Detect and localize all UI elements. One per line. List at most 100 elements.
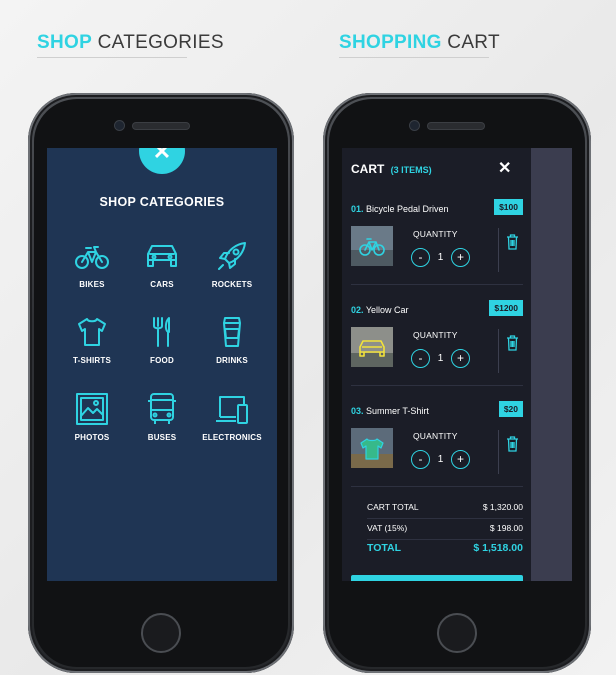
cart-item-thumbnail bbox=[351, 327, 393, 367]
category-rockets[interactable]: ROCKETS bbox=[194, 238, 270, 289]
category-label: BIKES bbox=[79, 280, 105, 289]
cart-total-label: CART TOTAL bbox=[367, 502, 419, 512]
category-label: CARS bbox=[150, 280, 174, 289]
cart-item-price: $100 bbox=[494, 199, 523, 215]
cart-item-thumbnail bbox=[351, 428, 393, 468]
close-icon: ✕ bbox=[498, 160, 512, 177]
trash-icon bbox=[507, 436, 518, 452]
quantity-label: QUANTITY bbox=[413, 330, 458, 340]
front-camera bbox=[410, 121, 419, 130]
category-cars[interactable]: CARS bbox=[124, 238, 200, 289]
vat-value: $ 198.00 bbox=[489, 523, 523, 533]
cart-item-name: 01. Bicycle Pedal Driven bbox=[351, 204, 449, 214]
heading-rest: CATEGORIES bbox=[97, 32, 224, 53]
category-label: FOOD bbox=[150, 356, 174, 365]
category-label: BUSES bbox=[147, 433, 177, 442]
cart-header: CART (3 ITEMS) bbox=[351, 162, 432, 176]
divider bbox=[498, 329, 499, 373]
decrease-quantity-button[interactable]: - bbox=[411, 248, 430, 267]
remove-item-button[interactable] bbox=[506, 234, 519, 255]
decrease-quantity-button[interactable]: - bbox=[411, 349, 430, 368]
close-menu-button[interactable]: ✕ bbox=[139, 148, 185, 174]
front-camera bbox=[115, 121, 124, 130]
total-value: $ 1,518.00 bbox=[473, 542, 523, 554]
increase-quantity-button[interactable]: + bbox=[451, 248, 470, 267]
category-label: DRINKS bbox=[216, 356, 248, 365]
remove-item-button[interactable] bbox=[506, 436, 519, 457]
trash-icon bbox=[507, 234, 518, 250]
quantity-value: 1 bbox=[437, 252, 444, 263]
total-label: TOTAL bbox=[367, 542, 402, 554]
cart-item-name: 02. Yellow Car bbox=[351, 305, 409, 315]
heading-rest: CART bbox=[447, 32, 500, 53]
car-icon bbox=[147, 245, 177, 267]
tshirt-icon bbox=[78, 318, 106, 346]
cart-screen: CART (3 ITEMS) ✕ 01. Bicycle Pedal Drive… bbox=[342, 148, 572, 581]
devices-icon bbox=[216, 396, 248, 424]
categories-screen: ✕ SHOP CATEGORIES BIKES CARS ROCKETS T-S… bbox=[47, 148, 277, 581]
heading-accent: SHOPPING bbox=[339, 32, 442, 53]
divider bbox=[498, 228, 499, 272]
shop-categories-heading: SHOP CATEGORIES bbox=[37, 32, 224, 54]
category-buses[interactable]: BUSES bbox=[124, 391, 200, 442]
photo-icon bbox=[76, 393, 108, 425]
category-drinks[interactable]: DRINKS bbox=[194, 314, 270, 365]
cart-item-name: 03. Summer T-Shirt bbox=[351, 406, 429, 416]
increase-quantity-button[interactable]: + bbox=[451, 450, 470, 469]
category-photos[interactable]: PHOTOS bbox=[54, 391, 130, 442]
category-label: ELECTRONICS bbox=[202, 433, 262, 442]
close-cart-button[interactable]: ✕ bbox=[498, 158, 511, 178]
cart-item-thumbnail bbox=[351, 226, 393, 266]
cart-item-number: 01. bbox=[351, 204, 364, 214]
home-button[interactable] bbox=[141, 613, 181, 653]
quantity-label: QUANTITY bbox=[413, 431, 458, 441]
cart-item-title: Bicycle Pedal Driven bbox=[366, 204, 449, 214]
heading-underline bbox=[37, 57, 187, 58]
cart-item-title: Summer T-Shirt bbox=[366, 406, 429, 416]
increase-quantity-button[interactable]: + bbox=[451, 349, 470, 368]
phone-left: ✕ SHOP CATEGORIES BIKES CARS ROCKETS T-S… bbox=[28, 93, 294, 673]
item-separator bbox=[351, 385, 523, 386]
grand-total-row: TOTAL $ 1,518.00 bbox=[367, 540, 523, 561]
cutlery-icon bbox=[153, 317, 170, 347]
earpiece-speaker bbox=[428, 123, 484, 129]
decrease-quantity-button[interactable]: - bbox=[411, 450, 430, 469]
quantity-stepper: - 1 + bbox=[411, 349, 470, 368]
quantity-stepper: - 1 + bbox=[411, 248, 470, 267]
quantity-label: QUANTITY bbox=[413, 229, 458, 239]
item-separator bbox=[351, 284, 523, 285]
category-label: PHOTOS bbox=[74, 433, 110, 442]
category-food[interactable]: FOOD bbox=[124, 314, 200, 365]
quantity-stepper: - 1 + bbox=[411, 450, 470, 469]
bike-icon bbox=[75, 246, 109, 269]
heading-underline bbox=[339, 57, 489, 58]
item-separator bbox=[351, 486, 523, 487]
cart-totals: CART TOTAL $ 1,320.00 VAT (15%) $ 198.00… bbox=[342, 498, 531, 561]
close-icon: ✕ bbox=[152, 148, 172, 164]
cart-item-count: (3 ITEMS) bbox=[390, 165, 432, 175]
cart-title: CART bbox=[351, 162, 385, 176]
cart-total-row: CART TOTAL $ 1,320.00 bbox=[367, 498, 523, 519]
quantity-value: 1 bbox=[437, 353, 444, 364]
home-button[interactable] bbox=[437, 613, 477, 653]
category-label: ROCKETS bbox=[211, 280, 253, 289]
remove-item-button[interactable] bbox=[506, 335, 519, 356]
rocket-icon bbox=[218, 242, 246, 270]
earpiece-speaker bbox=[133, 123, 189, 129]
quantity-value: 1 bbox=[437, 454, 444, 465]
category-tshirts[interactable]: T-SHIRTS bbox=[54, 314, 130, 365]
coffee-cup-icon bbox=[223, 317, 241, 347]
divider bbox=[498, 430, 499, 474]
cart-item-number: 02. bbox=[351, 305, 364, 315]
trash-icon bbox=[507, 335, 518, 351]
cart-item-price: $1200 bbox=[489, 300, 523, 316]
checkout-button[interactable] bbox=[351, 575, 523, 581]
bus-icon bbox=[148, 393, 176, 424]
cart-total-value: $ 1,320.00 bbox=[482, 502, 523, 512]
cart-item-price: $20 bbox=[498, 401, 523, 417]
cart-item-number: 03. bbox=[351, 406, 364, 416]
vat-row: VAT (15%) $ 198.00 bbox=[367, 519, 523, 540]
category-label: T-SHIRTS bbox=[72, 356, 112, 365]
category-bikes[interactable]: BIKES bbox=[54, 238, 130, 289]
category-electronics[interactable]: ELECTRONICS bbox=[194, 391, 270, 442]
